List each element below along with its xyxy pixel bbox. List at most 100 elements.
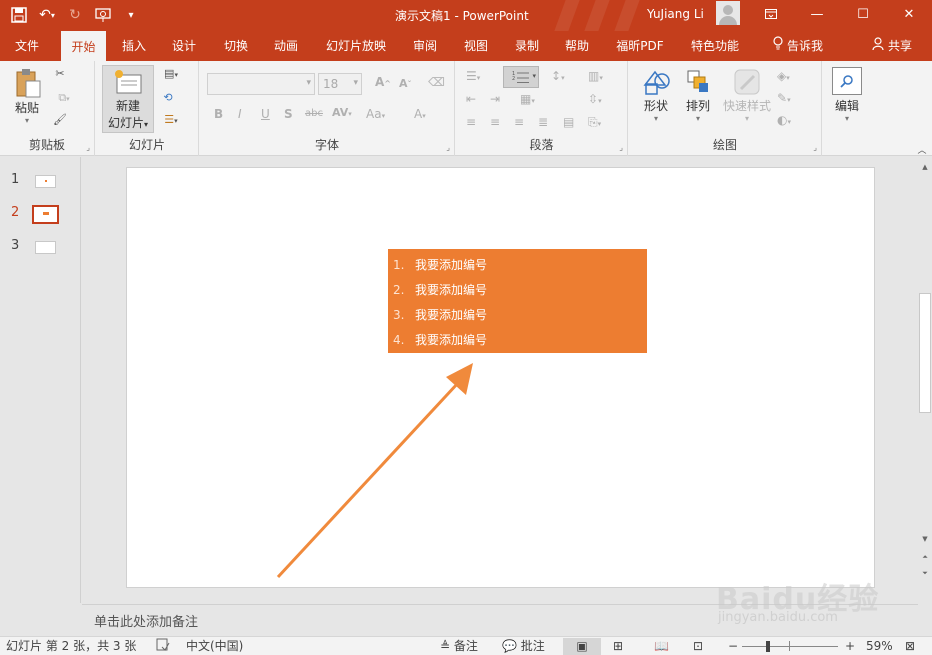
distributed-icon[interactable]: ▤ bbox=[563, 115, 574, 129]
columns-icon[interactable]: ▥▾ bbox=[588, 69, 603, 83]
bold-icon[interactable]: B bbox=[214, 107, 223, 121]
layout-icon[interactable]: ▤▾ bbox=[158, 67, 184, 80]
change-case-icon[interactable]: Aa▾ bbox=[366, 107, 385, 121]
editing-button[interactable]: 编辑 ▾ bbox=[829, 67, 865, 123]
font-name-combo[interactable]: ▾ bbox=[207, 73, 315, 95]
redo-icon[interactable]: ↻ bbox=[64, 4, 86, 26]
clipboard-launcher-icon[interactable]: ⌟ bbox=[86, 143, 90, 152]
grow-font-icon[interactable]: A^ bbox=[375, 75, 391, 89]
comments-toggle-button[interactable]: 💬 批注 bbox=[502, 638, 545, 655]
share-button[interactable]: 共享 bbox=[862, 31, 922, 61]
tab-insert[interactable]: 插入 bbox=[114, 31, 154, 61]
clear-format-icon[interactable]: ⌫ bbox=[428, 75, 445, 89]
tab-home[interactable]: 开始 bbox=[61, 31, 106, 61]
align-right-icon[interactable]: ≡ bbox=[514, 115, 524, 129]
minimize-icon[interactable]: — bbox=[794, 0, 840, 28]
user-name[interactable]: YuJiang Li bbox=[647, 7, 704, 21]
tab-animations[interactable]: 动画 bbox=[266, 31, 306, 61]
zoom-slider-thumb[interactable] bbox=[766, 641, 770, 652]
line-spacing-icon[interactable]: ↕▾ bbox=[551, 69, 565, 83]
spell-check-icon[interactable] bbox=[156, 638, 170, 655]
tab-transitions[interactable]: 切换 bbox=[216, 31, 256, 61]
avatar[interactable] bbox=[716, 1, 740, 25]
undo-icon[interactable]: ↶ ▾ bbox=[36, 4, 58, 26]
scroll-up-icon[interactable]: ▲ bbox=[919, 161, 931, 173]
shadow-icon[interactable]: S bbox=[284, 107, 293, 121]
align-center-icon[interactable]: ≡ bbox=[490, 115, 500, 129]
char-spacing-icon[interactable]: AV▾ bbox=[332, 106, 352, 119]
fit-to-window-icon[interactable]: ⊠ bbox=[905, 638, 915, 655]
presenter-icon[interactable] bbox=[92, 4, 114, 26]
tab-slideshow[interactable]: 幻灯片放映 bbox=[320, 31, 392, 61]
new-slide-button[interactable]: 新建 幻灯片▾ bbox=[102, 65, 154, 133]
slide-canvas[interactable] bbox=[126, 167, 875, 588]
tab-design[interactable]: 设计 bbox=[164, 31, 204, 61]
section-icon[interactable]: ☰▾ bbox=[158, 113, 184, 126]
shape-fill-icon[interactable]: ◈▾ bbox=[777, 69, 790, 83]
numbering-button[interactable]: 1 2 ▾ bbox=[503, 66, 539, 88]
zoom-slider[interactable] bbox=[742, 638, 838, 655]
scroll-down-icon[interactable]: ▼ bbox=[919, 533, 931, 545]
tab-help[interactable]: 帮助 bbox=[557, 31, 597, 61]
language-indicator[interactable]: 中文(中国) bbox=[186, 638, 243, 655]
slide-thumbnail-selected[interactable] bbox=[32, 205, 59, 224]
increase-indent-icon[interactable]: ⇥ bbox=[490, 92, 500, 106]
paragraph-launcher-icon[interactable]: ⌟ bbox=[619, 143, 623, 152]
slideshow-view-icon[interactable]: ⊡ bbox=[693, 638, 703, 655]
tab-file[interactable]: 文件 bbox=[4, 31, 50, 61]
underline-icon[interactable]: U bbox=[261, 107, 270, 121]
tab-tell-me[interactable]: 告诉我 bbox=[762, 31, 834, 61]
align-left-icon[interactable]: ≡ bbox=[466, 115, 476, 129]
shrink-font-icon[interactable]: Aˇ bbox=[399, 77, 412, 90]
quick-styles-button[interactable]: 快速样式 ▾ bbox=[721, 67, 773, 123]
cut-icon[interactable]: ✂ bbox=[52, 67, 68, 80]
zoom-level[interactable]: 59% bbox=[866, 638, 893, 655]
tab-record[interactable]: 录制 bbox=[507, 31, 547, 61]
paste-button[interactable]: 粘贴 ▾ bbox=[8, 67, 46, 125]
font-launcher-icon[interactable]: ⌟ bbox=[446, 143, 450, 152]
font-size-combo[interactable]: 18 ▾ bbox=[318, 73, 362, 95]
format-painter-icon[interactable]: 🖌 bbox=[52, 113, 68, 126]
tab-review[interactable]: 审阅 bbox=[405, 31, 445, 61]
justify-icon[interactable]: ≣ bbox=[538, 115, 548, 129]
next-slide-icon[interactable]: ⏷ bbox=[919, 567, 931, 579]
italic-icon[interactable]: I bbox=[238, 107, 242, 121]
align-text-icon[interactable]: ⇳▾ bbox=[588, 92, 602, 106]
font-color-icon[interactable]: A▾ bbox=[414, 107, 426, 121]
tab-view[interactable]: 视图 bbox=[456, 31, 496, 61]
reading-view-icon[interactable]: 📖 bbox=[654, 638, 669, 655]
customize-qat-icon[interactable]: ▾ bbox=[120, 4, 142, 26]
notes-toggle-button[interactable]: ≜ 备注 bbox=[440, 638, 478, 655]
strikethrough-icon[interactable]: abc bbox=[305, 108, 323, 119]
decrease-indent-icon[interactable]: ⇤ bbox=[466, 92, 476, 106]
previous-slide-icon[interactable]: ⏶ bbox=[919, 551, 931, 563]
arrange-button[interactable]: 排列 ▾ bbox=[681, 67, 715, 123]
text-direction-icon[interactable]: ▦▾ bbox=[520, 92, 535, 106]
shape-effects-icon[interactable]: ◐▾ bbox=[777, 113, 791, 127]
ribbon-display-options-icon[interactable] bbox=[748, 0, 794, 28]
scrollbar-thumb[interactable] bbox=[919, 293, 931, 413]
normal-view-icon[interactable]: ▣ bbox=[563, 638, 601, 655]
shape-outline-icon[interactable]: ✎▾ bbox=[777, 91, 791, 105]
close-icon[interactable]: ✕ bbox=[886, 0, 932, 28]
bullets-icon[interactable]: ☰▾ bbox=[466, 69, 480, 83]
shapes-button[interactable]: 形状 ▾ bbox=[637, 67, 675, 123]
collapse-ribbon-icon[interactable]: ︿ bbox=[916, 143, 928, 156]
smartart-icon[interactable]: ⎘▾ bbox=[588, 115, 601, 130]
vertical-scrollbar[interactable]: ▲ ▼ ⏶ ⏷ bbox=[918, 157, 932, 603]
slide-thumbnail[interactable] bbox=[35, 241, 56, 254]
tab-foxit-pdf[interactable]: 福昕PDF bbox=[608, 31, 672, 61]
slide-thumbnail[interactable] bbox=[35, 175, 56, 188]
zoom-out-icon[interactable]: − bbox=[728, 638, 738, 655]
slide-sorter-icon[interactable]: ⊞ bbox=[613, 638, 623, 655]
tell-me-label: 告诉我 bbox=[786, 39, 823, 53]
reset-icon[interactable]: ⟲ bbox=[158, 91, 178, 104]
notes-pane[interactable]: 单击此处添加备注 bbox=[82, 604, 918, 634]
tab-features[interactable]: 特色功能 bbox=[683, 31, 747, 61]
save-icon[interactable] bbox=[8, 4, 30, 26]
numbered-text-box[interactable]: 1. 我要添加编号 2. 我要添加编号 3. 我要添加编号 4. 我要添加编号 bbox=[388, 249, 647, 353]
drawing-launcher-icon[interactable]: ⌟ bbox=[813, 143, 817, 152]
maximize-icon[interactable]: ☐ bbox=[840, 0, 886, 28]
copy-icon[interactable]: ⧉▾ bbox=[52, 91, 76, 105]
zoom-in-icon[interactable]: + bbox=[845, 638, 855, 655]
